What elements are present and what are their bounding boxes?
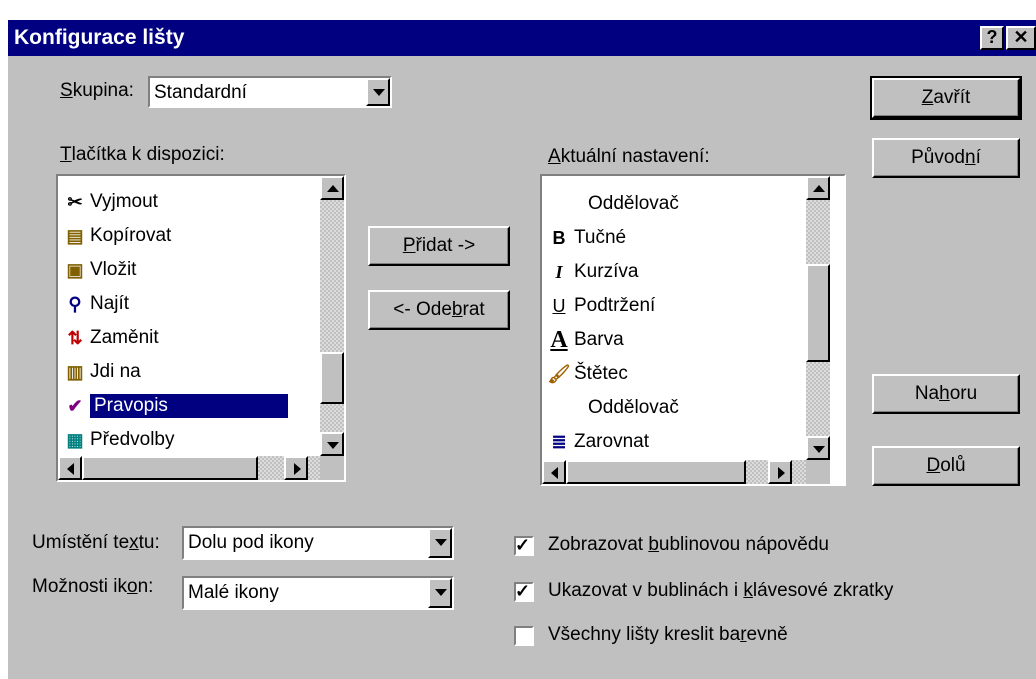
group-select-value: Standardní	[154, 82, 247, 103]
text-placement-value: Dolu pod ikony	[188, 532, 314, 553]
align-icon: ≣	[551, 431, 567, 452]
close-button[interactable]: Zavřít	[870, 76, 1022, 120]
list-item[interactable]: U Podtržení	[546, 290, 656, 322]
scroll-thumb[interactable]	[566, 460, 746, 484]
scroll-thumb[interactable]	[320, 352, 344, 404]
paste-icon: ▣	[66, 259, 84, 280]
find-icon: ⚲	[68, 293, 82, 314]
group-label: Skupina:	[60, 80, 134, 101]
scroll-corner	[320, 456, 344, 480]
replace-icon: ⇅	[67, 327, 83, 348]
bold-icon: B	[552, 227, 566, 248]
original-button[interactable]: Původ n í	[872, 138, 1020, 178]
spelling-icon: ✔	[67, 395, 83, 416]
checkmark-icon: ✓	[515, 581, 531, 601]
scroll-thumb[interactable]	[806, 264, 830, 362]
scroll-corner	[806, 460, 830, 484]
chevron-down-icon[interactable]	[428, 578, 452, 608]
list-item[interactable]: ▤ Kopírovat	[62, 220, 171, 252]
color-toolbars-checkbox-label[interactable]: Všechny lišty kreslit barevně	[548, 624, 788, 646]
list-item[interactable]: ▥ Jdi na	[62, 356, 140, 388]
color-toolbars-checkbox[interactable]	[514, 626, 534, 646]
help-button[interactable]: ?	[980, 26, 1004, 50]
move-up-button[interactable]: Na h oru	[872, 374, 1020, 414]
text-placement-label: Umístění textu:	[32, 532, 160, 553]
scroll-left-button[interactable]	[58, 456, 82, 480]
list-item[interactable]: ⚲ Najít	[62, 288, 129, 320]
font-color-icon: A	[550, 326, 568, 353]
scroll-down-button[interactable]	[806, 436, 830, 460]
list-item[interactable]: ✂ Vyjmout	[62, 186, 157, 218]
toolbar-config-dialog: Konfigurace lišty ? ✕ Skupina: Standardn…	[8, 20, 1036, 679]
goto-icon: ▥	[66, 361, 84, 382]
list-item-selected[interactable]: ✔ Pravopis	[62, 390, 288, 422]
shortcut-tooltips-checkbox-label[interactable]: Ukazovat v bublinách i klávesové zkratky	[548, 580, 893, 602]
remove-button[interactable]: <- Ode b rat	[368, 290, 510, 330]
scroll-thumb[interactable]	[82, 456, 258, 480]
close-window-button[interactable]: ✕	[1006, 26, 1036, 50]
scroll-down-button[interactable]	[320, 432, 344, 456]
scroll-right-button[interactable]	[768, 460, 792, 484]
list-item[interactable]: I Kurzíva	[546, 256, 638, 288]
group-select[interactable]: Standardní	[148, 76, 392, 108]
chevron-down-icon[interactable]	[366, 78, 390, 106]
current-label: Aktuální nastavení:	[548, 146, 710, 167]
scroll-up-button[interactable]	[806, 176, 830, 200]
move-down-button[interactable]: Dolů	[872, 446, 1020, 486]
add-button[interactable]: Přidat ->	[368, 226, 510, 266]
tooltips-checkbox-label[interactable]: Zobrazovat bublinovou nápovědu	[548, 534, 829, 556]
checkmark-icon: ✓	[515, 535, 531, 555]
list-item[interactable]: A Barva	[546, 324, 623, 356]
list-item[interactable]: 🖌 Štětec	[546, 358, 628, 390]
available-hscrollbar[interactable]	[58, 456, 320, 480]
title-bar: Konfigurace lišty ? ✕	[8, 20, 1036, 56]
scroll-up-button[interactable]	[320, 176, 344, 200]
chevron-down-icon[interactable]	[428, 528, 452, 558]
icon-options-value: Malé ikony	[188, 582, 279, 603]
copy-icon: ▤	[66, 225, 84, 246]
current-vscrollbar[interactable]	[806, 176, 830, 460]
scroll-left-button[interactable]	[542, 460, 566, 484]
list-item[interactable]: ⇅ Zaměnit	[62, 322, 158, 354]
dialog-title: Konfigurace lišty	[14, 26, 185, 49]
list-item[interactable]: ▣ Vložit	[62, 254, 136, 286]
underline-icon: U	[552, 295, 566, 316]
italic-icon: I	[555, 261, 563, 282]
list-item[interactable]: B Tučné	[546, 222, 627, 254]
list-item[interactable]: Oddělovač	[546, 392, 679, 424]
list-item[interactable]: ▦ Předvolby	[62, 424, 174, 456]
available-label: Tlačítka k dispozici:	[60, 144, 225, 165]
scissors-icon: ✂	[67, 191, 83, 212]
brush-icon: 🖌	[547, 363, 571, 384]
separator-icon	[546, 191, 586, 217]
current-list[interactable]: Oddělovač B Tučné I Kurzíva U Podtržení A Ba…	[540, 174, 846, 486]
available-vscrollbar[interactable]	[320, 176, 344, 456]
shortcut-tooltips-checkbox[interactable]: ✓	[514, 581, 534, 602]
scroll-right-button[interactable]	[284, 456, 308, 480]
icon-options-select[interactable]: Malé ikony	[182, 576, 454, 610]
preferences-icon: ▦	[66, 429, 84, 450]
list-item[interactable]: ≣ Zarovnat	[546, 426, 649, 458]
available-list[interactable]: ✂ Vyjmout ▤ Kopírovat ▣ Vložit ⚲ Najít ⇅ Zamě…	[56, 174, 346, 482]
separator-icon	[546, 395, 586, 421]
text-placement-select[interactable]: Dolu pod ikony	[182, 526, 454, 560]
icon-options-label: Možnosti ikon:	[32, 576, 154, 597]
current-hscrollbar[interactable]	[542, 460, 806, 484]
tooltips-checkbox[interactable]: ✓	[514, 535, 534, 556]
list-item[interactable]: Oddělovač	[546, 188, 679, 220]
